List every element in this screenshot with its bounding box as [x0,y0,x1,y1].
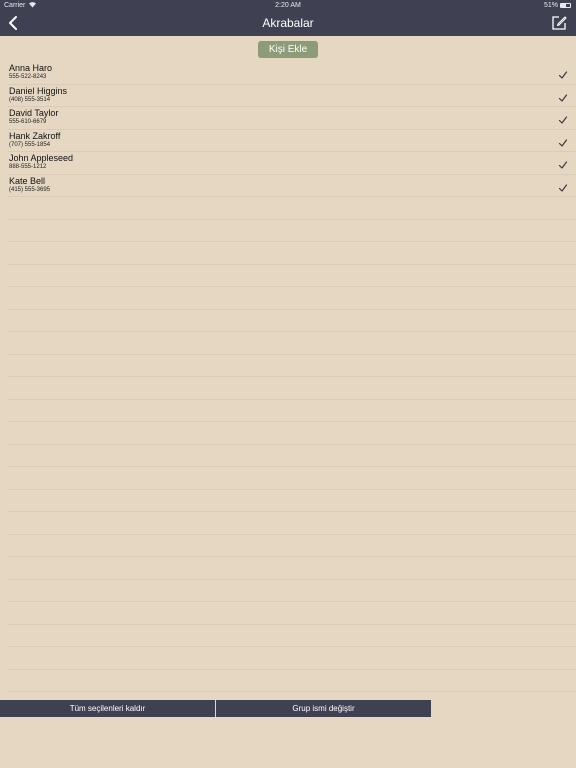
empty-row [8,242,576,265]
empty-row [8,377,576,400]
add-contact-button[interactable]: Kişi Ekle [258,41,318,58]
empty-row [8,625,576,647]
status-time: 2:20 AM [275,2,301,9]
empty-row [8,422,576,445]
checkmark-icon [558,135,568,147]
empty-row [8,332,576,355]
empty-row [8,580,576,602]
checkmark-icon [558,112,568,124]
contact-row[interactable]: Kate Bell (415) 555-3695 [8,175,576,197]
empty-row [8,287,576,310]
empty-row [8,490,576,512]
empty-row [8,265,576,287]
empty-row [8,602,576,625]
checkmark-icon [558,90,568,102]
deselect-all-button[interactable]: Tüm seçilenleri kaldır [0,700,215,717]
compose-icon[interactable] [550,14,568,32]
contact-row[interactable]: Hank Zakroff (707) 555-1854 [8,130,576,152]
empty-row [8,535,576,557]
rename-group-button[interactable]: Grup ismi değiştir [216,700,431,717]
empty-row [8,647,576,670]
contact-phone: 555-522-8243 [9,74,47,80]
checkmark-icon [558,157,568,169]
empty-row [8,400,576,422]
empty-row [8,670,576,692]
contact-name: Hank Zakroff [9,130,61,141]
contact-list: Anna Haro 555-522-8243 Daniel Higgins (408)… [0,62,576,692]
empty-row [8,197,576,220]
contact-row[interactable]: David Taylor 555-610-6679 [8,107,576,130]
navigation-bar: Akrabalar [0,11,576,36]
empty-row [8,310,576,332]
contact-name: Kate Bell [9,175,46,186]
contact-phone: 555-610-6679 [9,119,47,125]
contact-phone: (415) 555-3695 [9,186,51,193]
contact-name: David Taylor [9,108,59,118]
checkmark-icon [558,180,568,192]
contact-row[interactable]: John Appleseed 888-555-1212 [8,152,576,175]
battery-icon [560,3,571,8]
page-title: Akrabalar [262,16,314,30]
empty-row [8,467,576,490]
contact-phone: (408) 555-3514 [9,96,51,103]
empty-row [8,512,576,535]
contact-name: Daniel Higgins [9,85,68,96]
empty-row [8,557,576,580]
status-bar: Carrier 2:20 AM 51% [0,0,576,11]
bottom-toolbar: Tüm seçilenleri kaldır Grup ismi değişti… [0,700,432,717]
checkmark-icon [558,67,568,79]
battery-percent: 51% [543,2,558,9]
contact-name: John Appleseed [9,153,74,163]
contact-name: Anna Haro [9,63,53,73]
contact-phone: (707) 555-1854 [9,141,51,148]
contact-row[interactable]: Daniel Higgins (408) 555-3514 [8,85,576,107]
empty-row [8,220,576,242]
contact-phone: 888-555-1212 [9,164,47,170]
empty-row [8,355,576,377]
contact-row[interactable]: Anna Haro 555-522-8243 [8,62,576,85]
empty-row [8,445,576,467]
